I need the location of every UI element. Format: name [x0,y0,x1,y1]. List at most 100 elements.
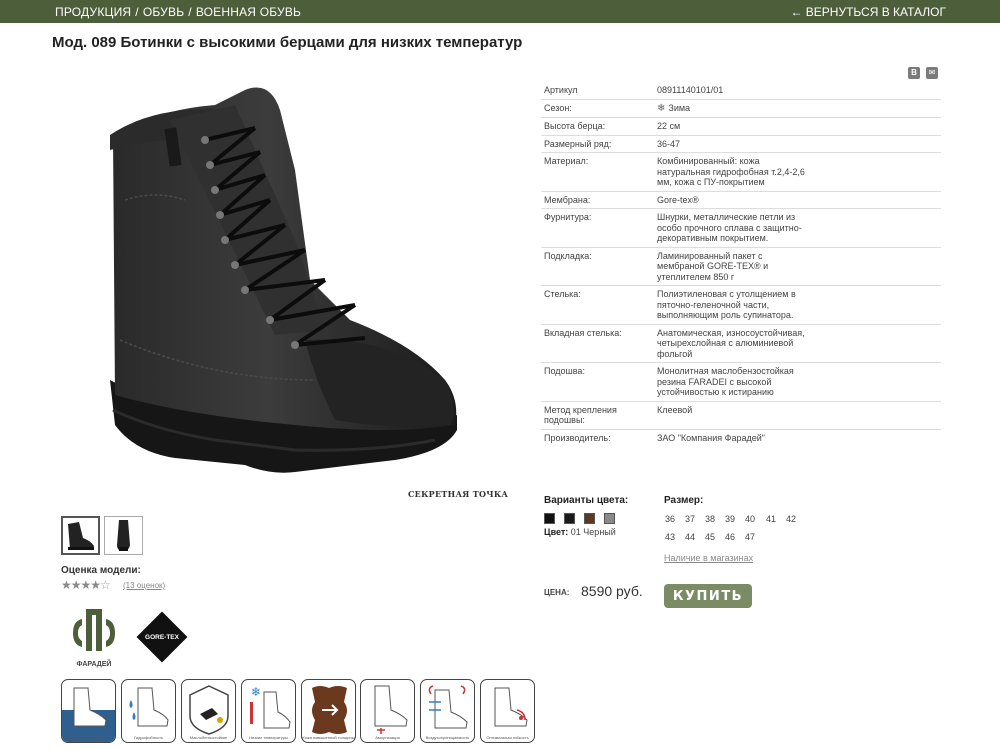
color-swatch-grey[interactable] [604,513,615,524]
spec-label: Подкладка: [544,250,592,261]
current-color: Цвет: 01 Черный [544,527,616,537]
thumbnail-boot-icon [68,522,94,550]
spec-row-season: Сезон: ❄ Зима [541,100,941,118]
feature-caption: Гидрофобность [133,734,164,740]
reviews-link[interactable]: (13 оценок) [123,581,165,590]
email-share-icon[interactable]: ✉ [926,67,938,79]
spec-label: Фурнитура: [544,212,592,222]
rating-stars[interactable]: ★★★★☆ [61,578,111,592]
spec-row-sole: Подошва: Монолитная маслобензостойкая рез… [541,363,941,402]
feature-caption: Маслобензостойкие [189,734,228,740]
back-to-catalog-link[interactable]: ← ВЕРНУТЬСЯ В КАТАЛОГ [790,5,946,19]
low-temperature-icon: ❄ Низкие температуры [241,679,296,743]
spec-label: Вкладная стелька: [544,327,622,338]
spec-value: 22 см [657,121,681,131]
store-availability-link[interactable]: Наличие в магазинах [664,553,753,563]
size-option[interactable]: 46 [725,532,735,542]
spec-value: 36-47 [657,138,681,149]
size-option[interactable]: 41 [766,514,776,524]
breadcrumb-shoes[interactable]: ОБУВЬ [143,5,184,19]
page-title: Мод. 089 Ботинки с высокими берцами для … [52,34,523,51]
size-option[interactable]: 36 [665,514,675,524]
color-swatch-black[interactable] [544,513,555,524]
spec-value: Ламинированный пакет с мембраной GORE-TE… [657,250,769,282]
spec-row-lining: Подкладка: Ламинированный пакет с мембран… [541,248,941,286]
spec-label: Метод крепления подошвы: [544,404,617,426]
spec-label: Сезон: [544,102,572,113]
spec-value: Клеевой [657,404,693,415]
size-option[interactable]: 44 [685,532,695,542]
feature-caption: Оптимальная гибкость [486,734,529,740]
vk-share-icon[interactable]: В [908,67,920,79]
product-image [110,87,457,473]
spec-value: ❄ Зима [657,103,807,115]
size-option[interactable]: 38 [705,514,715,524]
current-color-value: 01 Черный [570,527,616,537]
svg-text:❄: ❄ [251,685,261,699]
feature-caption: Амортизация [375,734,400,740]
spec-label: Размерный ряд: [544,138,612,149]
spec-label: Мембрана: [544,194,591,205]
price-label: ЦЕНА: [544,588,570,597]
spec-value: Полиэтиленовая с утолщением в пяточно-ге… [657,289,796,320]
spec-value: ЗАО "Компания Фарадей" [657,432,765,443]
hydrophobic-icon: Гидрофобность [121,679,176,743]
breadcrumb-military-shoes[interactable]: ВОЕННАЯ ОБУВЬ [196,5,301,19]
size-option[interactable]: 47 [745,532,755,542]
spec-row-material: Материал: Комбинированный: кожа натуральн… [541,153,941,192]
cushioning-icon: Амортизация [360,679,415,743]
goretex-logo: GORE-TEX [136,611,188,663]
thumbnail-back-view[interactable] [104,516,143,555]
spec-row-hardware: Фурнитура: Шнурки, металлические петли из… [541,209,941,248]
breadcrumb-products[interactable]: ПРОДУКЦИЯ [55,5,131,19]
oil-resistant-icon: Маслобензостойкие [181,679,236,743]
spec-label: Подошва: [544,366,585,376]
breadcrumb-separator: / [188,5,192,19]
spec-value: 08911140101/01 [657,85,724,95]
spec-row-sole-attachment: Метод крепления подошвы: Клеевой [541,402,941,430]
thick-leather-icon: Кожа повышенной толщины [301,679,356,743]
breadcrumb: ПРОДУКЦИЯ / ОБУВЬ / ВОЕННАЯ ОБУВЬ [55,5,301,19]
spec-label: Высота берца: [544,121,606,131]
spec-row-insole: Стелька: Полиэтиленовая с утолщением в пя… [541,286,941,325]
spec-value: Анатомическая, износоустойчивая, четырех… [657,327,805,359]
spec-label: Артикул [544,85,578,95]
spec-label: Производитель: [544,432,611,443]
thumbnail-boot-back-icon [117,520,130,551]
size-option[interactable]: 42 [786,514,796,524]
spec-value: Шнурки, металлические петли из особо про… [657,212,802,243]
current-color-label: Цвет: [544,527,569,537]
size-option[interactable]: 43 [665,532,675,542]
top-nav-bar: ПРОДУКЦИЯ / ОБУВЬ / ВОЕННАЯ ОБУВЬ ← ВЕРНУТЬС… [0,0,1000,23]
spec-row-membrane: Мембрана: Gore-tex® [541,192,941,209]
spec-row-size-range: Размерный ряд: 36-47 [541,136,941,153]
size-option[interactable]: 37 [685,514,695,524]
spec-row-shaft-height: Высота берца: 22 см [541,118,941,136]
spec-row-manufacturer: Производитель: ЗАО "Компания Фарадей" [541,430,941,447]
spec-row-article: Артикул 08911140101/01 [541,82,941,100]
thumbnail-side-view[interactable] [61,516,100,555]
rating-label: Оценка модели: [61,565,141,576]
sizes-title: Размер: [664,495,704,506]
size-option[interactable]: 40 [745,514,755,524]
watermark-text: СЕКРЕТНАЯ ТОЧКА [408,489,509,499]
colors-title: Варианты цвета: [544,495,629,506]
feature-caption: Водонепроницаемые [68,734,109,740]
feature-caption: Низкие температуры [249,734,288,740]
size-option[interactable]: 45 [705,532,715,542]
feature-caption: Кожа повышенной толщины [302,734,355,740]
flexibility-icon: Оптимальная гибкость [480,679,535,743]
size-option[interactable]: 39 [725,514,735,524]
color-swatch-brown[interactable] [584,513,595,524]
spec-value: Комбинированный: кожа натуральная гидроф… [657,156,805,187]
price-value: 8590 руб. [581,583,643,599]
waterproof-icon: Водонепроницаемые [61,679,116,743]
spec-value: Монолитная маслобензостойкая резина FARA… [657,366,794,397]
buy-button[interactable]: КУПИТЬ [664,584,752,608]
snowflake-icon: ❄ [657,102,666,114]
spec-row-removable-insole: Вкладная стелька: Анатомическая, износоус… [541,325,941,363]
spec-value: Gore-tex® [657,194,699,205]
breathability-icon: Воздухопроницаемость [420,679,475,743]
specs-table: Артикул 08911140101/01 Сезон: ❄ Зима Высота… [541,82,941,446]
color-swatch-black-2[interactable] [564,513,575,524]
